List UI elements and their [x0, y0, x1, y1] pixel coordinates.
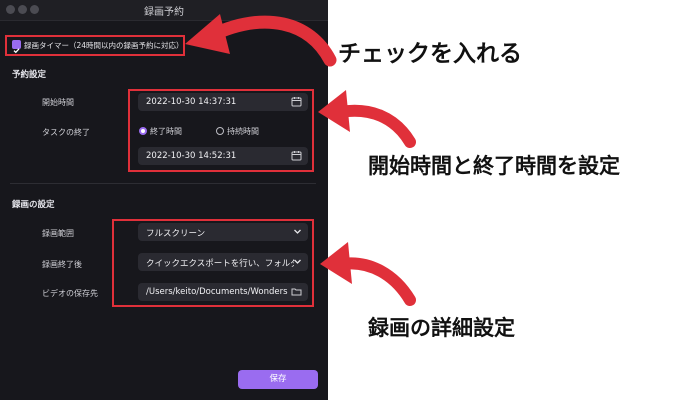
arrow-icon [320, 242, 416, 306]
task-end-label: タスクの終了 [42, 128, 90, 137]
schedule-section-title: 予約設定 [12, 70, 47, 80]
after-record-label: 録画終了後 [42, 260, 82, 269]
annotation-times: 開始時間と終了時間を設定 [368, 154, 620, 178]
highlight-timer-checkbox [5, 35, 185, 56]
highlight-recording-settings [112, 219, 314, 307]
save-button[interactable]: 保存 [238, 370, 318, 389]
record-range-label: 録画範囲 [42, 229, 74, 238]
section-divider [10, 183, 316, 184]
highlight-time-settings [128, 89, 314, 172]
annotation-check: チェックを入れる [338, 41, 522, 67]
arrow-icon [318, 90, 416, 148]
annotation-details: 録画の詳細設定 [368, 316, 515, 340]
save-path-label: ビデオの保存先 [42, 289, 98, 298]
recording-section-title: 録画の設定 [12, 200, 55, 210]
start-time-label: 開始時間 [42, 98, 74, 107]
